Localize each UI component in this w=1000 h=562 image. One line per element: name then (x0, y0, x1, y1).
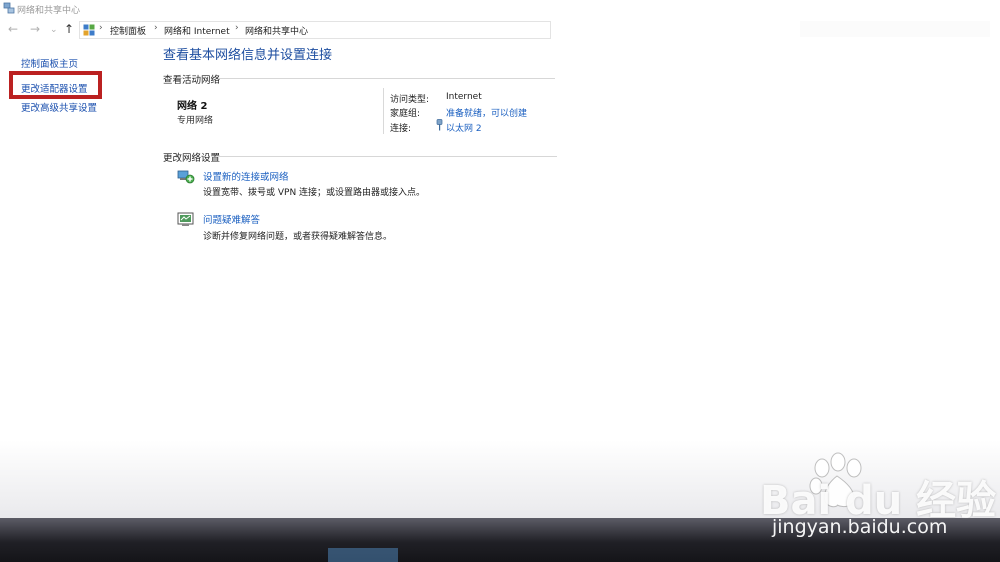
up-arrow-icon[interactable]: ↑ (64, 22, 74, 36)
setup-connection-description: 设置宽带、拨号或 VPN 连接；或设置路由器或接入点。 (203, 188, 426, 198)
highlight-box (9, 71, 102, 99)
connection-label: 连接: (390, 124, 412, 134)
network-name: 网络 2 (177, 101, 208, 112)
homegroup-label: 家庭组: (390, 109, 421, 119)
sidebar-item-control-panel-home[interactable]: 控制面板主页 (21, 56, 78, 70)
breadcrumb-control-panel[interactable]: 控制面板 (110, 24, 146, 37)
troubleshoot-icon (177, 212, 194, 226)
forward-arrow-icon[interactable]: → (30, 22, 40, 36)
change-settings-label: 更改网络设置 (163, 153, 221, 164)
section-divider (219, 156, 557, 157)
ethernet-icon (436, 119, 443, 131)
setup-connection-link[interactable]: 设置新的连接或网络 (203, 169, 289, 183)
taskbar-active-button[interactable] (328, 548, 398, 562)
troubleshoot-link[interactable]: 问题疑难解答 (203, 212, 260, 226)
page-title: 查看基本网络信息并设置连接 (163, 48, 333, 63)
network-type: 专用网络 (177, 116, 214, 126)
breadcrumb-separator-icon[interactable]: › (235, 23, 239, 33)
address-bar[interactable]: › 控制面板 › 网络和 Internet › 网络和共享中心 (79, 21, 551, 39)
network-center-icon (3, 2, 15, 14)
sidebar-item-advanced-sharing[interactable]: 更改高级共享设置 (21, 100, 97, 114)
title-bar: 网络和共享中心 (0, 0, 1000, 18)
recent-locations-icon[interactable]: ⌄ (50, 23, 58, 37)
breadcrumb-network-sharing-center[interactable]: 网络和共享中心 (245, 24, 308, 37)
breadcrumb-separator-icon[interactable]: › (154, 23, 158, 33)
section-divider (219, 78, 555, 79)
breadcrumb-network-internet[interactable]: 网络和 Internet (164, 24, 230, 37)
access-type-label: 访问类型: (390, 95, 430, 105)
vertical-divider (383, 88, 384, 134)
access-type-value: Internet (446, 92, 482, 102)
search-box[interactable] (800, 21, 990, 37)
window-title: 网络和共享中心 (17, 6, 81, 16)
homegroup-link[interactable]: 准备就绪，可以创建 (446, 106, 527, 119)
active-networks-label: 查看活动网络 (163, 75, 221, 86)
back-arrow-icon[interactable]: ← (8, 22, 18, 36)
control-panel-icon (83, 24, 95, 36)
network-setup-icon (177, 170, 195, 184)
troubleshoot-description: 诊断并修复网络问题，或者获得疑难解答信息。 (203, 232, 393, 242)
ethernet-connection-link[interactable]: 以太网 2 (446, 121, 482, 134)
watermark-url: jingyan.baidu.com (772, 516, 948, 538)
breadcrumb-separator-icon[interactable]: › (99, 23, 103, 33)
